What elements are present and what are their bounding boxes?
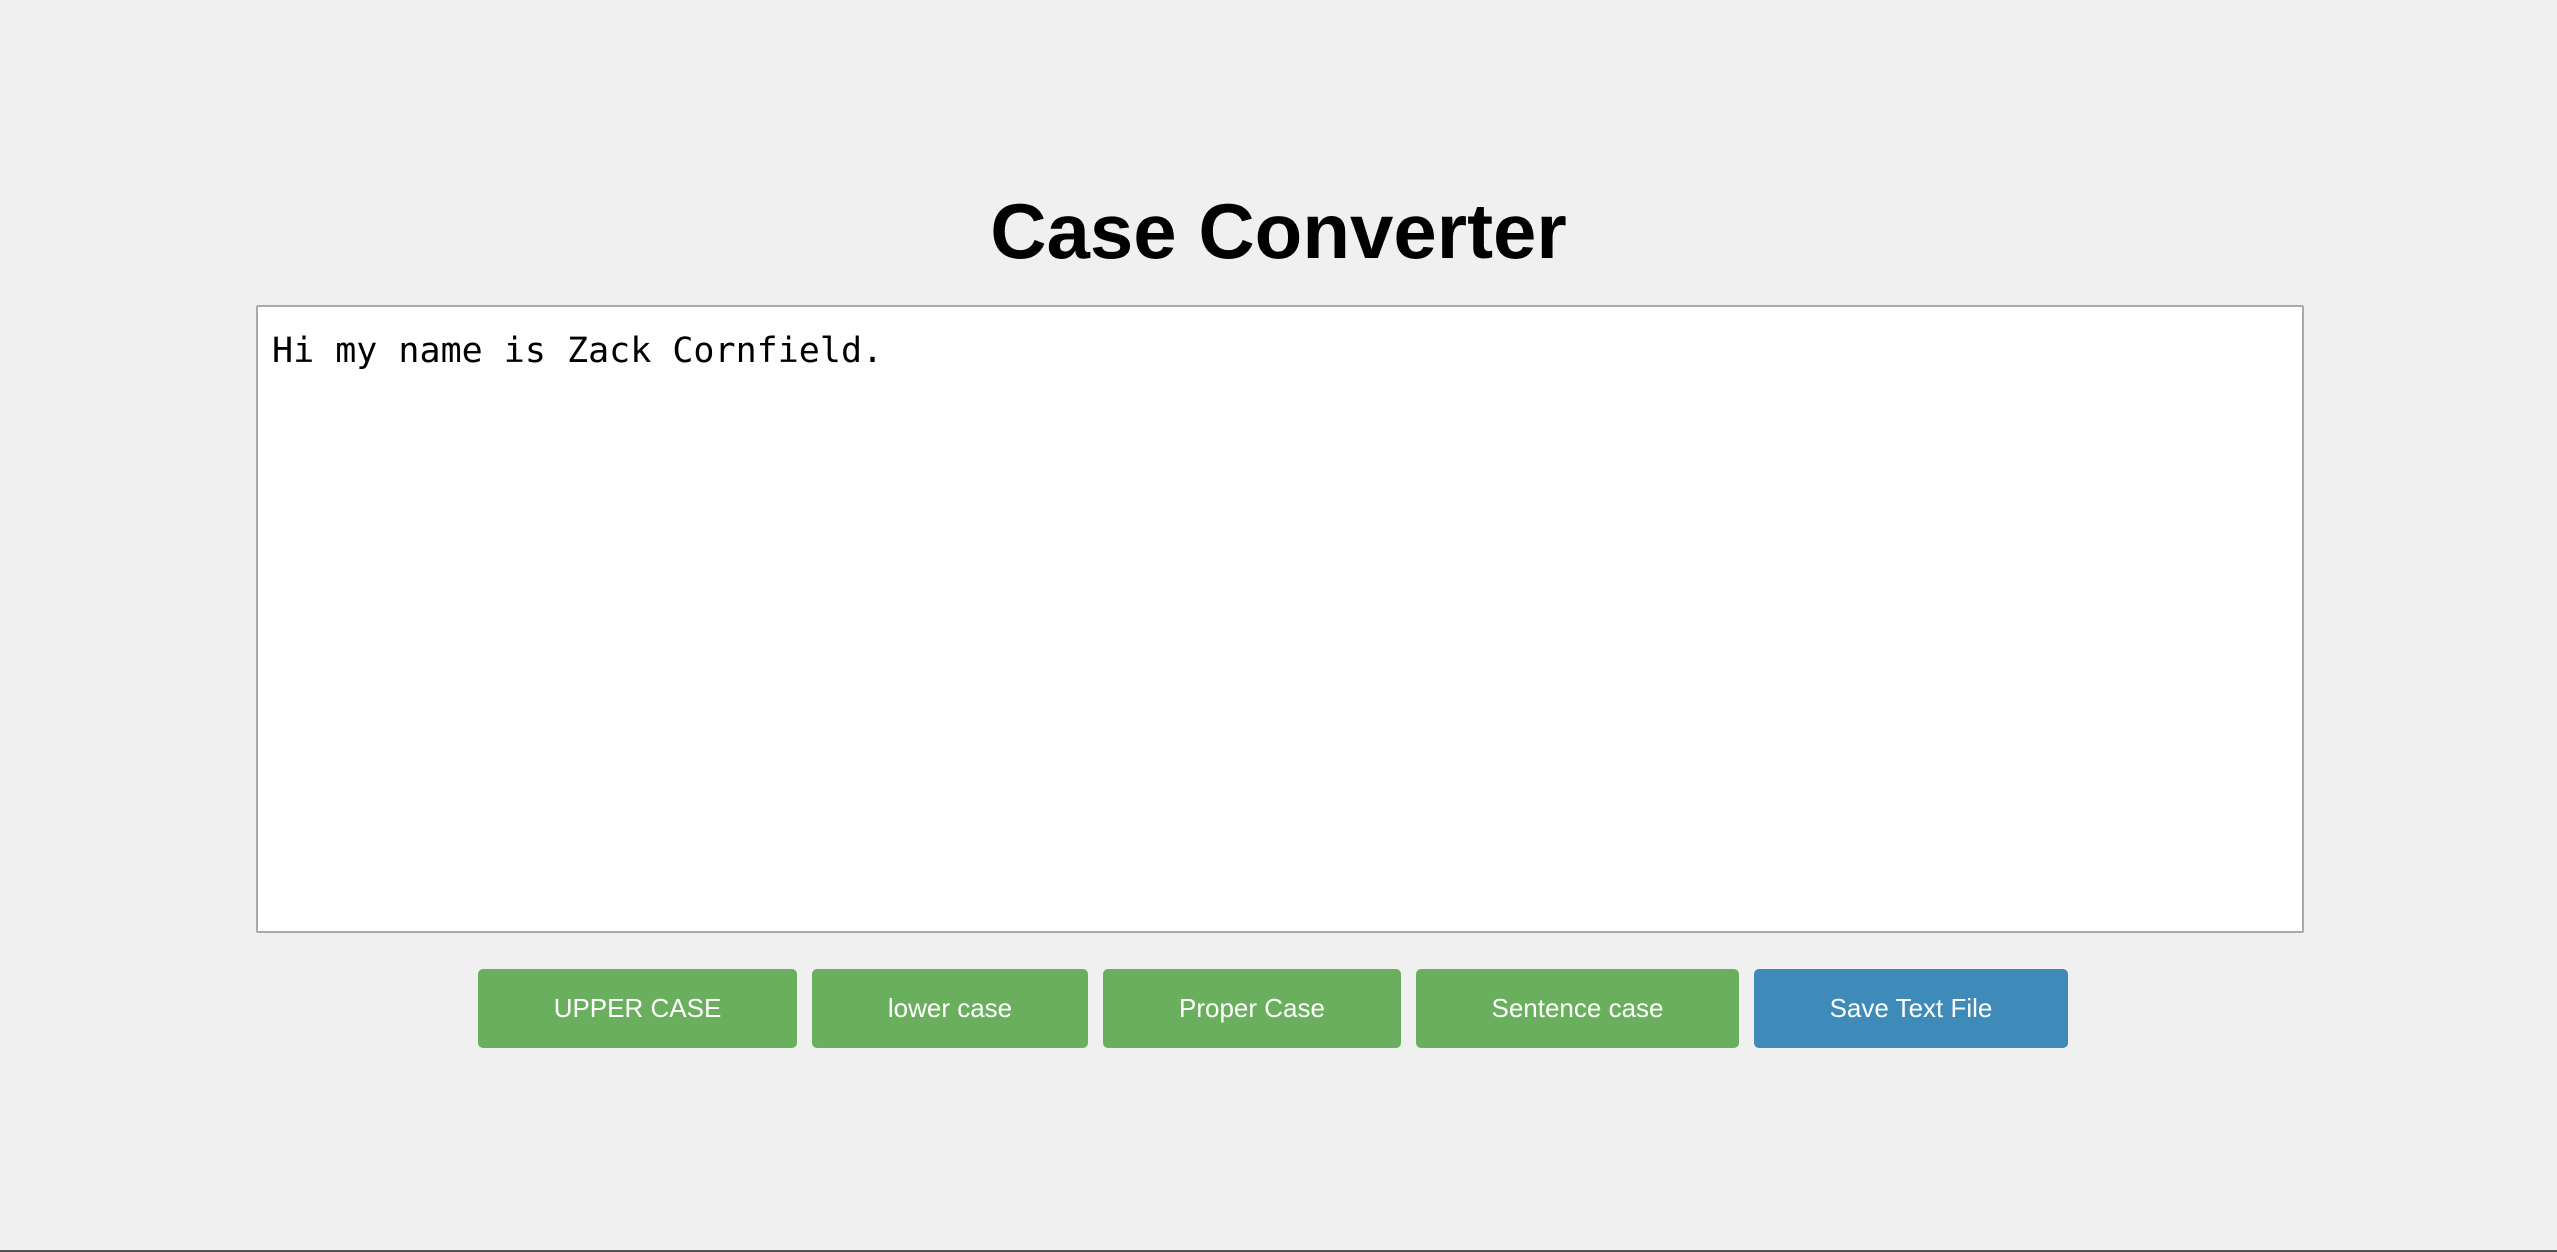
save-text-file-button[interactable]: Save Text File xyxy=(1754,969,2068,1048)
proper-case-button[interactable]: Proper Case xyxy=(1103,969,1401,1048)
page-title: Case Converter xyxy=(990,187,1567,275)
sentence-case-button[interactable]: Sentence case xyxy=(1416,969,1739,1048)
text-input-area[interactable]: Hi my name is Zack Cornfield. xyxy=(256,305,2304,933)
upper-case-button[interactable]: UPPER CASE xyxy=(478,969,797,1048)
lower-case-button[interactable]: lower case xyxy=(812,969,1088,1048)
